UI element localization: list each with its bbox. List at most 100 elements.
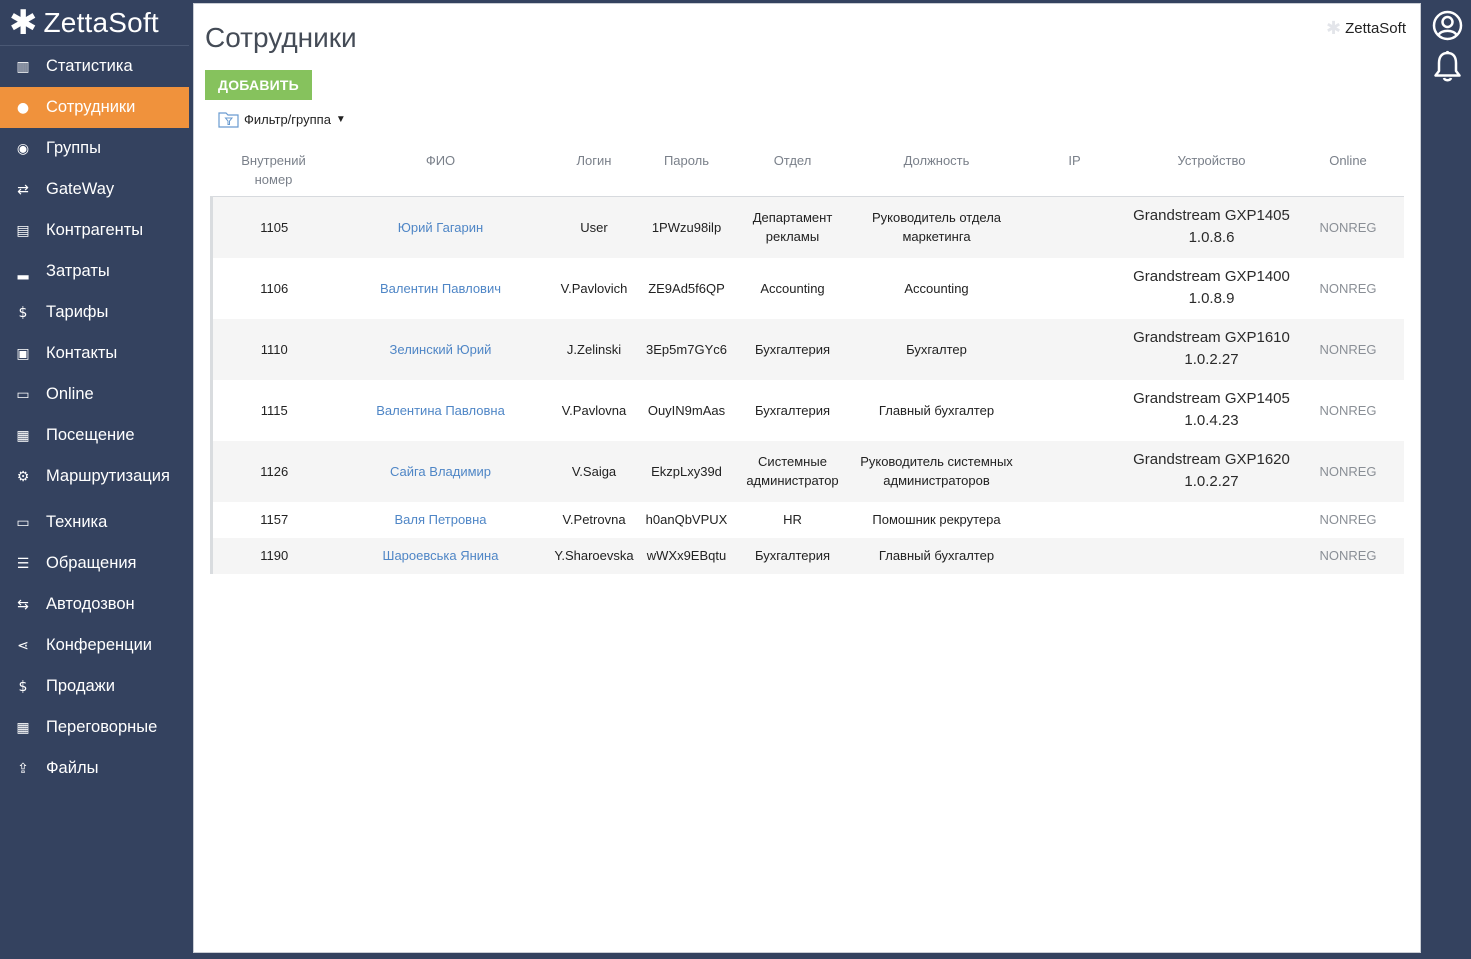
sidebar-item-17[interactable]: ⇪ Файлы: [0, 748, 189, 789]
sidebar-item-label: Обращения: [46, 554, 137, 572]
signal-icon: ▂: [17, 263, 29, 280]
fio-link[interactable]: Сайга Владимир: [335, 440, 546, 502]
fio-link[interactable]: Валентин Павлович: [336, 258, 546, 319]
fio-link[interactable]: Шароевська Янина: [335, 537, 546, 574]
sidebar-item-0[interactable]: ▥ Статистика: [0, 46, 189, 87]
inbox-icon: ▭: [16, 386, 30, 403]
address-card-icon: ▣: [16, 345, 30, 362]
bar-chart-icon: ▥: [16, 58, 30, 75]
cogs-icon: ⚙: [16, 468, 30, 485]
table-row[interactable]: 1126 Сайга Владимир V.Saiga EkzpLxy39d Систе…: [210, 440, 1404, 502]
bell-icon[interactable]: [1432, 50, 1463, 83]
column-header: Отдел: [730, 149, 855, 197]
sidebar-item-label: Техника: [46, 513, 108, 531]
dollar-icon: $: [18, 678, 28, 695]
column-header: Должность: [854, 149, 1019, 197]
brand-name: ZettaSoft: [43, 6, 159, 38]
asterisk-watermark-icon: ✱: [1326, 18, 1342, 39]
user-profile-icon[interactable]: [1432, 10, 1463, 41]
asterisk-logo-icon: ✱: [9, 2, 38, 43]
shuffle-icon: ⇄: [17, 181, 29, 198]
fio-link[interactable]: Зелинский Юрий: [335, 318, 546, 380]
table-row[interactable]: 1190 Шароевська Янина Y.Sharoevska wWXx9EBq…: [210, 537, 1404, 574]
device-cell: Grandstream GXP1620 1.0.2.27: [1130, 440, 1293, 502]
filter-group-dropdown[interactable]: Фильтр/группа ▼: [218, 110, 346, 128]
device-cell: Grandstream GXP1400 1.0.8.9: [1133, 268, 1290, 307]
table-row[interactable]: 1106 Валентин Павлович V.Pavlovich ZE9Ad5f6…: [210, 257, 1404, 319]
ip-cell: [1018, 196, 1131, 258]
sidebar-item-1[interactable]: ● Сотрудники: [0, 87, 189, 128]
table-row[interactable]: 1110 Зелинский Юрий J.Zelinski 3Ep5m7GYc6 Бу…: [210, 318, 1404, 380]
sidebar-item-label: Контакты: [46, 344, 118, 362]
ext-cell: 1157: [210, 501, 336, 538]
password-cell: wWXx9EBqtu: [642, 537, 731, 574]
device-cell: Grandstream GXP1610 1.0.2.27: [1130, 318, 1293, 380]
dollar-icon: $: [18, 304, 28, 321]
sidebar-item-16[interactable]: ▦ Переговорные: [0, 707, 189, 748]
ext-cell: 1126: [210, 440, 336, 502]
device-cell: [1131, 502, 1293, 538]
column-header: ФИО: [335, 149, 546, 197]
sidebar-item-15[interactable]: $ Продажи: [0, 666, 189, 707]
ext-cell: 1110: [210, 318, 336, 380]
ip-cell: [1019, 502, 1131, 538]
sidebar-item-2[interactable]: ◉ Группы: [0, 128, 189, 169]
fio-link[interactable]: Юрий Гагарин: [335, 196, 546, 258]
fio-link[interactable]: Валентина Павловна: [336, 380, 546, 441]
contact-book-icon: ▦: [16, 427, 30, 444]
sidebar-item-12[interactable]: ☰ Обращения: [0, 543, 189, 584]
ip-cell: [1018, 440, 1131, 502]
sidebar-item-5[interactable]: ▂ Затраты: [0, 251, 189, 292]
list-icon: ☰: [16, 555, 30, 572]
login-cell: J.Zelinski: [545, 318, 643, 380]
sidebar-item-label: Маршрутизация: [46, 467, 170, 485]
ext-cell: 1190: [210, 537, 336, 574]
sidebar-item-7[interactable]: ▣ Контакты: [0, 333, 189, 374]
sidebar-item-9[interactable]: ▦ Посещение: [0, 415, 189, 456]
online-status: NONREG: [1319, 402, 1377, 418]
table-row[interactable]: 1105 Юрий Гагарин User 1PWzu98ilp Департамен…: [210, 196, 1404, 258]
table-row[interactable]: 1115 Валентина Павловна V.Pavlovna OuyIN9mA…: [210, 379, 1404, 441]
sidebar-item-label: GateWay: [46, 180, 115, 198]
page-title: Сотрудники: [205, 22, 357, 53]
dept-cell: Бухгалтерия: [754, 402, 831, 418]
password-cell: h0anQbVPUX: [645, 512, 728, 527]
table-row[interactable]: 1157 Валя Петровна V.Petrovna h0anQbVPUX HR П…: [210, 501, 1404, 538]
sidebar-item-label: Конференции: [46, 636, 153, 654]
position-cell: Руководитель отдела маркетинга: [854, 196, 1019, 258]
ext-cell: 1105: [210, 196, 336, 258]
sidebar-item-14[interactable]: ⋖ Конференции: [0, 625, 189, 666]
ip-cell: [1019, 258, 1131, 319]
sidebar-item-11[interactable]: ▭ Техника: [0, 502, 189, 543]
position-cell: Главный бухгалтер: [854, 537, 1019, 574]
corner-brand-label: ZettaSoft: [1345, 20, 1406, 37]
sidebar-item-label: Переговорные: [46, 718, 158, 736]
sidebar-item-4[interactable]: ▤ Контрагенты: [0, 210, 189, 251]
device-cell: Grandstream GXP1405 1.0.8.6: [1130, 196, 1293, 258]
sidebar-item-8[interactable]: ▭ Online: [0, 374, 189, 415]
password-cell: ZE9Ad5f6QP: [648, 280, 725, 296]
dept-cell: Департамент рекламы: [730, 196, 855, 258]
position-cell: Помошник рекрутера: [872, 512, 1001, 527]
online-status: NONREG: [1292, 440, 1404, 502]
brand-logo[interactable]: ✱ ZettaSoft: [0, 0, 189, 46]
sidebar-item-label: Контрагенты: [46, 221, 144, 239]
sidebar-item-3[interactable]: ⇄ GateWay: [0, 169, 189, 210]
sidebar-item-label: Группы: [46, 139, 101, 157]
right-toolbar: [1423, 0, 1471, 959]
device-cell: [1130, 537, 1293, 574]
fio-link[interactable]: Валя Петровна: [336, 502, 546, 538]
sidebar-item-6[interactable]: $ Тарифы: [0, 292, 189, 333]
filter-label: Фильтр/группа: [244, 111, 331, 127]
column-header: Online: [1292, 149, 1404, 197]
online-status: NONREG: [1292, 318, 1404, 380]
sidebar-item-label: Тарифы: [46, 303, 109, 321]
add-employee-button[interactable]: ДОБАВИТЬ: [205, 70, 312, 100]
login-cell: V.Saiga: [545, 440, 643, 502]
building-icon: ▤: [16, 222, 30, 239]
sidebar-item-13[interactable]: ⇆ Автодозвон: [0, 584, 189, 625]
sidebar-item-label: Продажи: [46, 677, 115, 695]
sidebar-item-label: Сотрудники: [46, 98, 136, 116]
sidebar-item-10[interactable]: ⚙ Маршрутизация: [0, 456, 189, 497]
online-status: NONREG: [1319, 280, 1377, 296]
